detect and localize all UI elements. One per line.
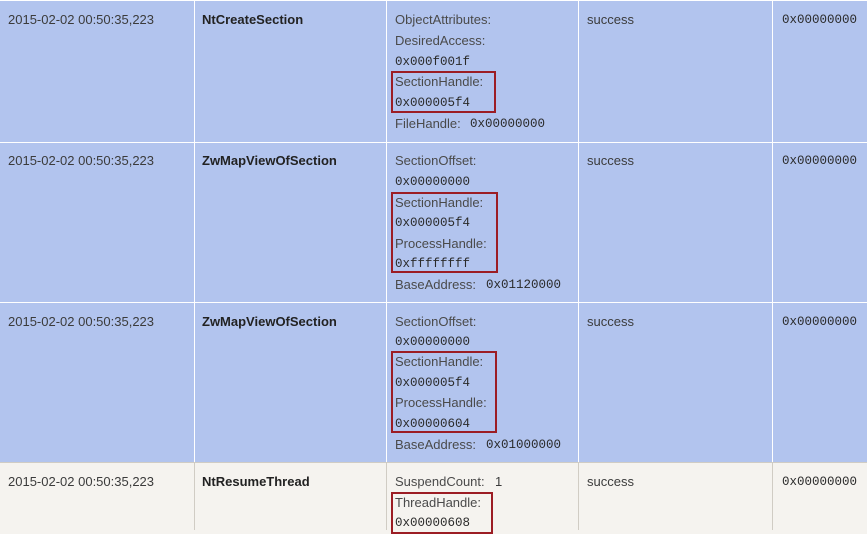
return-cell: 0x00000000 <box>772 143 867 302</box>
function-name: ZwMapViewOfSection <box>202 153 337 168</box>
status-text: success <box>587 12 634 27</box>
table-row[interactable]: 2015-02-02 00:50:35,223 ZwMapViewOfSecti… <box>0 302 867 462</box>
status-text: success <box>587 314 634 329</box>
param-label: SectionOffset: <box>395 314 477 329</box>
return-value: 0x00000000 <box>782 13 858 27</box>
status-cell: success <box>578 303 772 462</box>
params-cell: SectionOffset: 0x00000000 SectionHandle:… <box>386 143 578 302</box>
highlight-box <box>391 351 497 433</box>
function-cell: NtResumeThread <box>194 463 386 530</box>
timestamp: 2015-02-02 00:50:35,223 <box>8 12 155 27</box>
time-cell: 2015-02-02 00:50:35,223 <box>0 463 194 530</box>
time-cell: 2015-02-02 00:50:35,223 <box>0 1 194 142</box>
status-text: success <box>587 153 634 168</box>
params-cell: ObjectAttributes: DesiredAccess: 0x000f0… <box>386 1 578 142</box>
return-value: 0x00000000 <box>782 154 858 168</box>
return-cell: 0x00000000 <box>772 1 867 142</box>
time-cell: 2015-02-02 00:50:35,223 <box>0 143 194 302</box>
status-cell: success <box>578 1 772 142</box>
param-value: 1 <box>495 474 503 489</box>
param-label: BaseAddress: <box>395 277 476 292</box>
return-cell: 0x00000000 <box>772 463 867 530</box>
time-cell: 2015-02-02 00:50:35,223 <box>0 303 194 462</box>
param-value: 0x000f001f <box>395 55 471 69</box>
function-name: NtCreateSection <box>202 12 304 27</box>
return-value: 0x00000000 <box>782 315 858 329</box>
param-label: ObjectAttributes: <box>395 12 492 27</box>
param-value: 0x00000000 <box>395 335 471 349</box>
param-value: 0x01120000 <box>486 278 562 292</box>
params-cell: SuspendCount: 1 ThreadHandle: 0x00000608 <box>386 463 578 534</box>
return-value: 0x00000000 <box>782 475 858 489</box>
table-row[interactable]: 2015-02-02 00:50:35,223 ZwMapViewOfSecti… <box>0 142 867 302</box>
param-label: BaseAddress: <box>395 437 476 452</box>
param-label: SuspendCount: <box>395 474 485 489</box>
function-cell: NtCreateSection <box>194 1 386 142</box>
status-cell: success <box>578 463 772 530</box>
function-name: NtResumeThread <box>202 474 310 489</box>
status-cell: success <box>578 143 772 302</box>
function-cell: ZwMapViewOfSection <box>194 143 386 302</box>
timestamp: 2015-02-02 00:50:35,223 <box>8 474 155 489</box>
function-name: ZwMapViewOfSection <box>202 314 337 329</box>
return-cell: 0x00000000 <box>772 303 867 462</box>
function-cell: ZwMapViewOfSection <box>194 303 386 462</box>
highlight-box <box>391 492 493 534</box>
highlight-box <box>391 192 498 273</box>
param-label: DesiredAccess: <box>395 33 486 48</box>
param-label: FileHandle: <box>395 116 461 131</box>
param-value: 0x00000000 <box>395 175 471 189</box>
table-row[interactable]: 2015-02-02 00:50:35,223 NtCreateSection … <box>0 0 867 142</box>
timestamp: 2015-02-02 00:50:35,223 <box>8 314 155 329</box>
table-row[interactable]: 2015-02-02 00:50:35,223 NtResumeThread S… <box>0 462 867 534</box>
status-text: success <box>587 474 634 489</box>
param-value: 0x00000000 <box>470 117 546 131</box>
timestamp: 2015-02-02 00:50:35,223 <box>8 153 155 168</box>
api-call-table: 2015-02-02 00:50:35,223 NtCreateSection … <box>0 0 867 534</box>
highlight-box <box>391 71 496 113</box>
param-value: 0x01000000 <box>486 438 562 452</box>
param-label: SectionOffset: <box>395 153 477 168</box>
params-cell: SectionOffset: 0x00000000 SectionHandle:… <box>386 303 578 462</box>
